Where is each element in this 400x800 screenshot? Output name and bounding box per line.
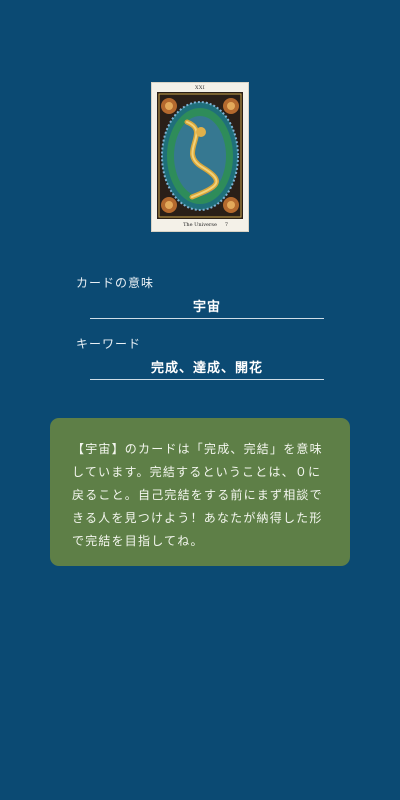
tarot-card-image: XXI The Universe 7	[151, 82, 249, 232]
meaning-value: 宇宙	[90, 296, 324, 319]
card-caption: The Universe 7	[152, 222, 248, 228]
description-text: 【宇宙】のカードは「完成、完結」を意味しています。完結するということは、０に戻る…	[72, 442, 323, 548]
card-caption-title: The Universe	[183, 222, 217, 228]
card-numeral: XXI	[195, 85, 205, 91]
meaning-label: カードの意味	[76, 276, 155, 290]
keyword-label: キーワード	[76, 337, 142, 351]
description-box: 【宇宙】のカードは「完成、完結」を意味しています。完結するということは、０に戻る…	[50, 418, 350, 566]
keyword-value: 完成、達成、開花	[90, 357, 324, 380]
card-caption-number: 7	[224, 222, 228, 228]
universe-card-art-icon	[157, 92, 243, 219]
